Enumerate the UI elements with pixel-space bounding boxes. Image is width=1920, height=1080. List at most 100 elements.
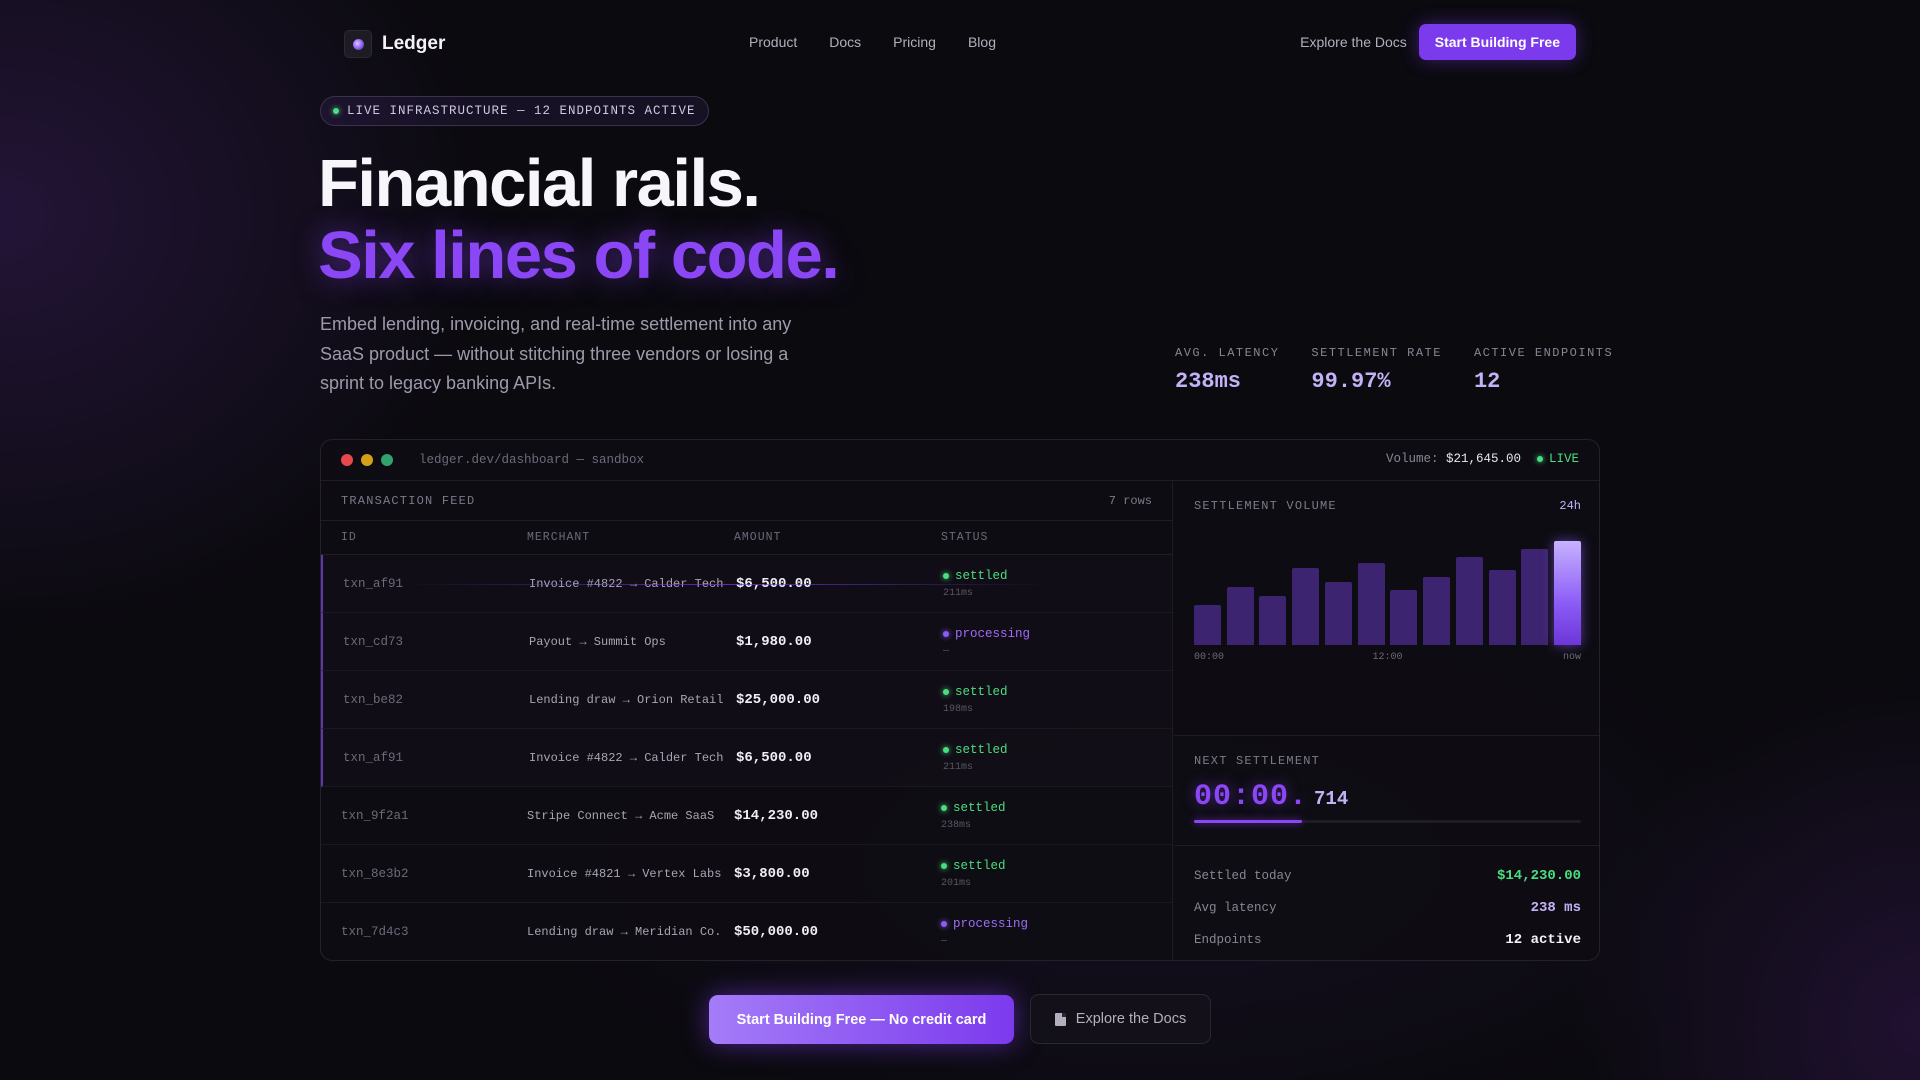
stat-value: 238ms [1175,369,1242,394]
volume-bar[interactable] [1324,581,1352,645]
txn-id: txn_9f2a1 [341,808,409,823]
volume-bar[interactable] [1521,549,1549,645]
table-row[interactable]: txn_af91 Invoice #4822 → Calder Tech $6,50… [321,555,1172,613]
status-dot-icon [941,862,947,869]
next-settlement-title: NEXT SETTLEMENT [1194,754,1321,768]
close-window-icon[interactable] [341,454,353,466]
txn-id: txn_af91 [343,750,404,765]
row-scan-line [403,584,1052,585]
volume-bar[interactable] [1194,605,1221,645]
volume-bar[interactable] [1259,596,1287,645]
top-nav: Ledger Product Docs Pricing Blog Explore… [344,24,1576,60]
nav-actions: Explore the Docs Start Building Free [1300,24,1576,60]
status-badge: processing [941,917,1172,931]
stat-active-endpoints: ACTIVE ENDPOINTS 12 [1474,346,1613,394]
stat-label: AVG. LATENCY [1175,346,1280,360]
start-building-button[interactable]: Start Building Free [1418,24,1576,60]
txn-merchant: Lending draw → Meridian Co. [527,924,722,939]
nav-link-docs[interactable]: Docs [829,34,861,50]
nav-link-product[interactable]: Product [749,34,797,50]
status-text: settled [953,858,1006,873]
txn-status-cell: settled 201ms [941,859,1172,889]
volume-bar[interactable] [1292,568,1320,645]
countdown-ms: 714 [1314,788,1349,810]
settlement-volume-panel: SETTLEMENT VOLUME 24h 00:00 12:00 now [1174,481,1599,736]
txn-latency: 198ms [943,703,974,715]
brand-logo[interactable]: Ledger [344,30,445,58]
table-row[interactable]: txn_7d4c3 Lending draw → Meridian Co. $50,… [321,903,1172,960]
volume-label: Volume: [1385,452,1439,466]
status-text: processing [953,916,1029,931]
period-selector[interactable]: 24h [1559,499,1581,513]
volume-bar[interactable] [1226,586,1254,645]
explore-docs-button[interactable]: Explore the Docs [1030,994,1211,1044]
txn-merchant: Invoice #4822 → Calder Tech [529,750,724,765]
stat-value: 12 [1473,369,1501,394]
minimize-window-icon[interactable] [361,454,373,466]
column-header-amount[interactable]: AMOUNT [734,531,941,544]
stat-label: ACTIVE ENDPOINTS [1473,346,1614,360]
volume-bar[interactable] [1390,589,1418,645]
table-body: txn_af91 Invoice #4822 → Calder Tech $6,50… [321,555,1172,960]
dashboard-url: ledger.dev/dashboard — sandbox [419,453,645,467]
txn-status-cell: settled 238ms [941,801,1172,831]
column-header-merchant[interactable]: MERCHANT [527,531,734,544]
summary-row: Endpoints 12 active [1194,924,1581,956]
volume-value: $21,645.00 [1445,452,1521,466]
txn-status-cell: processing — [941,917,1172,947]
hero-title-line1: Financial rails. [318,146,761,221]
summary-value: 12 active [1505,932,1581,948]
volume-bar[interactable] [1455,556,1483,645]
txn-id: txn_8e3b2 [341,866,409,881]
maximize-window-icon[interactable] [381,454,393,466]
logo-icon [344,30,372,58]
volume-bar[interactable] [1554,541,1581,645]
axis-tick-start: 00:00 [1194,652,1225,663]
txn-merchant: Invoice #4821 → Vertex Labs [527,866,722,881]
stat-latency: AVG. LATENCY 238ms [1175,346,1279,394]
status-text: settled [955,742,1008,757]
summary-value: 238 ms [1530,900,1581,916]
nav-link-pricing[interactable]: Pricing [893,34,936,50]
txn-amount: $25,000.00 [736,691,821,708]
brand-name: Ledger [382,33,446,54]
column-header-id[interactable]: ID [321,531,527,544]
status-badge: settled [943,743,1172,757]
start-building-cta-button[interactable]: Start Building Free — No credit card [709,995,1014,1044]
progress-fill [1194,820,1303,823]
volume-bar[interactable] [1488,570,1516,645]
txn-latency: 211ms [943,587,974,599]
volume-bar[interactable] [1357,562,1385,645]
txn-id: txn_be82 [343,692,404,707]
live-label: LIVE [1548,452,1579,466]
table-row[interactable]: txn_af91 Invoice #4822 → Calder Tech $6,50… [321,729,1172,787]
volume-bar[interactable] [1423,577,1451,645]
next-settlement-panel: NEXT SETTLEMENT 00:00. 714 [1174,736,1599,846]
hero-title-line2: Six lines of code. [318,218,840,293]
settlement-countdown: 00:00. 714 [1194,780,1581,814]
txn-amount: $3,800.00 [734,865,810,882]
live-indicator: LIVE [1536,452,1579,466]
status-text: settled [955,684,1008,699]
volume-readout: Volume: $21,645.00 [1386,452,1521,466]
document-icon [1054,1012,1066,1026]
explore-docs-link[interactable]: Explore the Docs [1300,34,1407,50]
nav-link-blog[interactable]: Blog [968,34,996,50]
txn-id: txn_cd73 [343,634,404,649]
table-row[interactable]: txn_cd73 Payout → Summit Ops $1,980.00 proc… [321,613,1172,671]
txn-status-cell: settled 198ms [943,685,1172,715]
status-badge: settled [941,801,1172,815]
status-badge: settled [943,569,1172,583]
txn-merchant: Payout → Summit Ops [529,634,666,649]
txn-amount: $1,980.00 [736,633,812,650]
table-row[interactable]: txn_9f2a1 Stripe Connect → Acme SaaS $14,2… [321,787,1172,845]
stat-value: 99.97% [1311,369,1391,394]
table-row[interactable]: txn_be82 Lending draw → Orion Retail $25,0… [321,671,1172,729]
table-row[interactable]: txn_8e3b2 Invoice #4821 → Vertex Labs $3,8… [321,845,1172,903]
txn-amount: $50,000.00 [734,923,819,940]
status-dot-icon [941,920,947,927]
column-header-status[interactable]: STATUS [941,531,1172,544]
feed-header: TRANSACTION FEED 7 rows [321,481,1172,521]
summary-value: $14,230.00 [1496,868,1581,884]
status-dot-icon [943,688,949,695]
